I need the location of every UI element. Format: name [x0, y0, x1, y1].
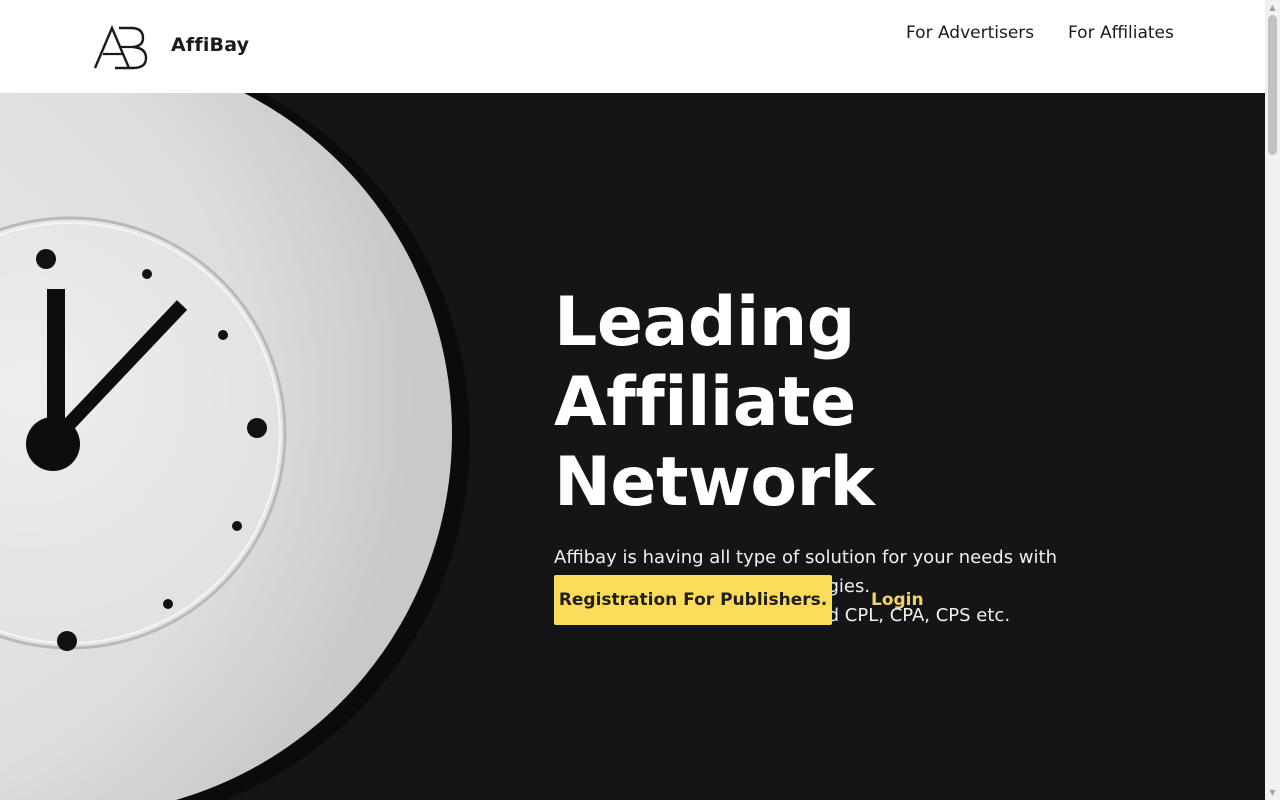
site-header: AffiBay For Advertisers For Affiliates	[0, 0, 1265, 93]
hero-section: Leading Affiliate Network Affibay is hav…	[0, 93, 1265, 800]
scroll-up-arrow-icon[interactable]: ▲	[1265, 0, 1280, 15]
scrollbar-thumb[interactable]	[1268, 15, 1277, 155]
hero-title-line1: Leading Affiliate	[554, 283, 856, 442]
nav-for-affiliates[interactable]: For Affiliates	[1068, 22, 1174, 44]
logo-icon[interactable]	[93, 24, 149, 70]
login-link[interactable]: Login	[871, 589, 924, 611]
hero-title: Leading Affiliate Network	[554, 283, 1154, 523]
page-scrollbar[interactable]: ▲ ▼	[1265, 0, 1280, 800]
scroll-down-arrow-icon[interactable]: ▼	[1265, 785, 1280, 800]
clock-image	[0, 93, 470, 800]
page: AffiBay For Advertisers For Affiliates L…	[0, 0, 1280, 800]
hero-title-line2: Network	[554, 443, 875, 522]
nav-for-advertisers[interactable]: For Advertisers	[906, 22, 1034, 44]
brand-name[interactable]: AffiBay	[171, 34, 249, 56]
register-publishers-button[interactable]: Registration For Publishers.	[554, 575, 832, 625]
